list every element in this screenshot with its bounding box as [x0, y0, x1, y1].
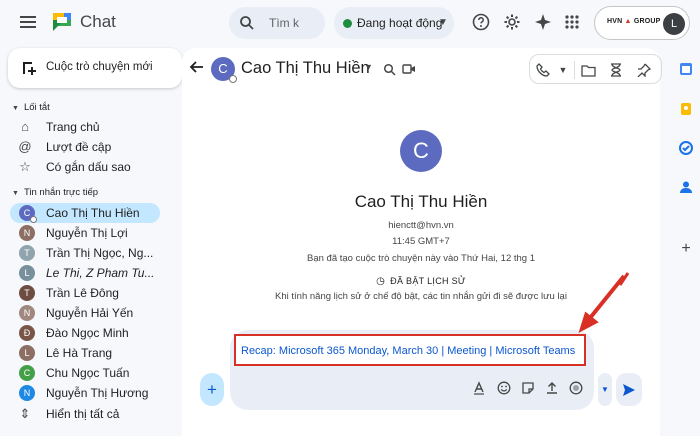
sticker-icon[interactable] — [521, 381, 535, 395]
top-bar: Chat Tìm k Đang hoạt động ▼ HVN ▲ GROUP … — [0, 0, 700, 44]
direct-messages-heading[interactable]: ▼ Tin nhắn trực tiếp — [12, 187, 98, 198]
sidebar-dm-item[interactable]: N Nguyễn Hải Yến — [10, 303, 160, 323]
conversation-created-note: Bạn đã tạo cuộc trò chuyện này vào Thứ H… — [307, 253, 535, 264]
status-dot-icon — [343, 19, 352, 28]
dm-label: Le Thi, Z Pham Tu... — [46, 266, 155, 280]
toolbar-divider — [574, 61, 575, 79]
sidebar-dm-item[interactable]: T Trần Thị Ngọc, Ng... — [10, 243, 160, 263]
avatar: N — [19, 385, 35, 401]
contacts-icon[interactable] — [679, 180, 693, 194]
chevron-down-icon: ▼ — [438, 17, 448, 28]
avatar: N — [19, 225, 35, 241]
expand-icon: ⇕ — [19, 406, 31, 421]
avatar: L — [19, 345, 35, 361]
star-icon: ☆ — [19, 159, 31, 174]
app-title: Chat — [80, 12, 116, 31]
avatar: L — [19, 265, 35, 281]
dm-label: Đào Ngọc Minh — [46, 326, 129, 340]
contact-local-time: 11:45 GMT+7 — [392, 236, 450, 247]
new-chat-button[interactable]: Cuộc trò chuyện mới — [8, 48, 182, 88]
shortcuts-heading[interactable]: ▼ Lối tắt — [12, 102, 50, 113]
sidebar-dm-item[interactable]: N Nguyễn Thị Lợi — [10, 223, 160, 243]
home-icon: ⌂ — [21, 119, 29, 134]
avatar: T — [19, 285, 35, 301]
sidebar-item-home[interactable]: ⌂ Trang chủ — [10, 117, 160, 137]
record-video-icon[interactable] — [569, 381, 583, 395]
search-icon[interactable] — [239, 15, 255, 31]
search-in-chat-icon[interactable] — [382, 62, 396, 76]
header-toolbar: ▼ — [529, 54, 662, 84]
avatar: T — [19, 245, 35, 261]
emoji-icon[interactable] — [497, 381, 511, 395]
contact-avatar-large: C — [400, 130, 442, 172]
chevron-down-icon[interactable]: ▼ — [364, 62, 373, 72]
sidebar-dm-item[interactable]: Đ Đào Ngọc Minh — [10, 323, 160, 343]
sidebar-dm-item[interactable]: C Cao Thị Thu Hiền — [10, 203, 160, 223]
message-draft-text[interactable]: Recap: Microsoft 365 Monday, March 30 | … — [241, 345, 575, 357]
text-format-icon[interactable] — [472, 381, 486, 395]
sidebar-dm-item[interactable]: T Trần Lê Đông — [10, 283, 160, 303]
history-clock-icon: ◷ — [376, 276, 386, 287]
sidebar-dm-item[interactable]: L Le Thi, Z Pham Tu... — [10, 263, 160, 283]
show-all-button[interactable]: ⇕ Hiển thị tất cả — [10, 404, 160, 424]
phone-icon[interactable] — [535, 62, 551, 78]
gemini-sparkle-icon[interactable] — [533, 12, 553, 32]
conversation-avatar: C — [211, 57, 237, 83]
hourglass-icon[interactable] — [608, 62, 624, 78]
tasks-icon[interactable] — [679, 141, 693, 155]
upload-icon[interactable] — [545, 381, 559, 395]
status-selector[interactable]: Đang hoạt động ▼ — [334, 7, 454, 39]
video-call-icon[interactable] — [402, 62, 416, 76]
search-input[interactable]: Tìm k — [269, 16, 299, 30]
new-chat-label: Cuộc trò chuyện mới — [46, 61, 153, 73]
account-switcher[interactable]: HVN ▲ GROUP L — [594, 6, 690, 40]
new-chat-icon — [20, 59, 38, 77]
dm-label: Trần Thị Ngọc, Ng... — [46, 246, 154, 260]
dm-label: Chu Ngọc Tuấn — [46, 366, 130, 380]
folder-icon[interactable] — [580, 62, 596, 78]
add-addon-icon[interactable]: + — [679, 240, 693, 257]
annotation-arrow-icon — [578, 272, 630, 334]
sidebar-dm-item[interactable]: N Nguyễn Thị Hương — [10, 383, 160, 403]
search-box[interactable]: Tìm k — [229, 7, 325, 39]
help-icon[interactable] — [471, 12, 491, 32]
add-attachment-button[interactable]: + — [200, 373, 224, 406]
send-button[interactable] — [616, 373, 642, 406]
pin-icon[interactable] — [636, 62, 652, 78]
send-options-chevron-icon[interactable]: ▼ — [598, 373, 612, 406]
dm-label: Nguyễn Hải Yến — [46, 306, 134, 320]
avatar: Đ — [19, 325, 35, 341]
dm-label: Trần Lê Đông — [46, 286, 119, 300]
dm-label: Cao Thị Thu Hiền — [46, 206, 140, 220]
dm-label: Nguyễn Thị Lợi — [46, 226, 128, 240]
chevron-down-icon[interactable]: ▼ — [555, 62, 571, 78]
contact-email: hienctt@hvn.vn — [388, 220, 454, 231]
back-arrow-icon[interactable] — [188, 58, 206, 76]
dm-label: Nguyễn Thị Hương — [46, 386, 149, 400]
sidebar-dm-item[interactable]: C Chu Ngọc Tuấn — [10, 363, 160, 383]
avatar: C — [19, 205, 37, 223]
conversation-title[interactable]: Cao Thị Thu Hiền — [241, 59, 370, 78]
dm-label: Lê Hà Trang — [46, 346, 113, 360]
apps-grid-icon[interactable] — [562, 12, 582, 32]
sidebar-dm-item[interactable]: L Lê Hà Trang — [10, 343, 160, 363]
brand-logo: HVN ▲ GROUP — [607, 18, 661, 25]
status-label: Đang hoạt động — [357, 16, 443, 30]
contact-name: Cao Thị Thu Hiền — [354, 192, 488, 211]
sidebar-item-starred[interactable]: ☆ Có gắn dấu sao — [10, 157, 160, 177]
at-icon: @ — [18, 139, 32, 154]
settings-gear-icon[interactable] — [502, 12, 522, 32]
message-input-highlighted[interactable]: Recap: Microsoft 365 Monday, March 30 | … — [234, 334, 586, 366]
sidebar-item-mentions[interactable]: @ Lượt đề cập — [10, 137, 160, 157]
chat-logo-icon — [50, 10, 74, 34]
menu-icon[interactable] — [18, 13, 38, 31]
calendar-icon[interactable] — [679, 62, 693, 76]
user-avatar[interactable]: L — [663, 13, 685, 35]
keep-icon[interactable] — [679, 102, 693, 116]
avatar: N — [19, 305, 35, 321]
avatar: C — [19, 365, 35, 381]
